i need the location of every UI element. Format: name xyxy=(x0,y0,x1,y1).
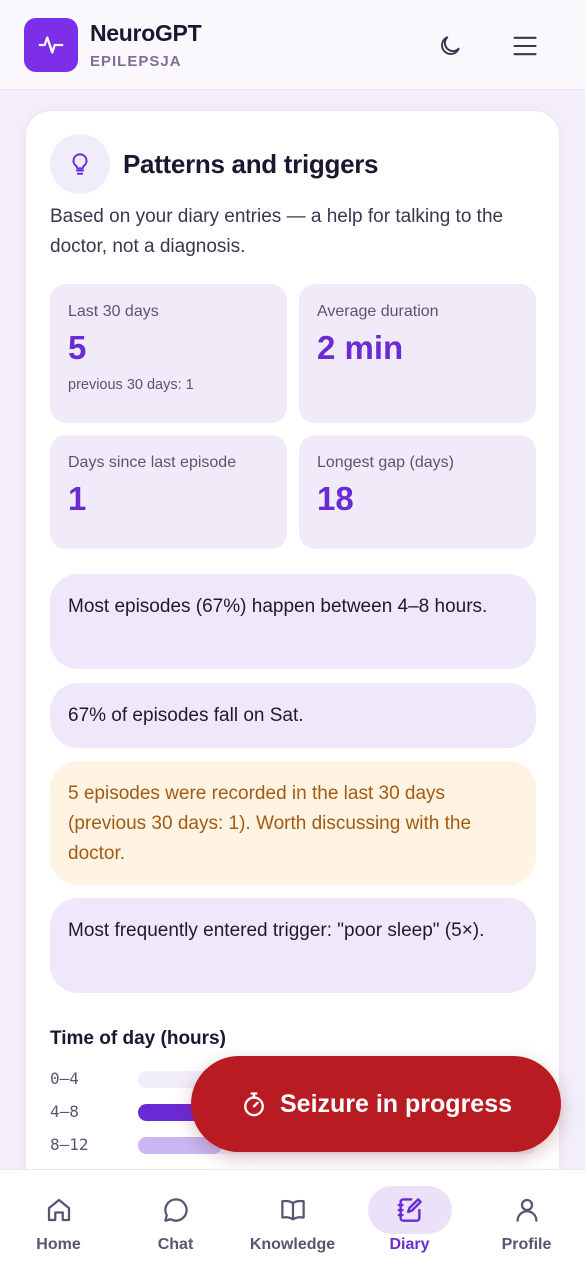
nav-label: Diary xyxy=(389,1236,430,1253)
stopwatch-icon xyxy=(244,1092,264,1117)
nav-label: Chat xyxy=(157,1236,194,1253)
nav-label: Knowledge xyxy=(249,1236,336,1253)
stat-last-30-days: Last 30 days 5 previous 30 days: 1 xyxy=(50,284,287,423)
insight-warning: 5 episodes were recorded in the last 30 … xyxy=(50,761,536,885)
stat-label: Last 30 days xyxy=(68,303,159,320)
theme-toggle-button[interactable] xyxy=(430,26,470,66)
time-bar-label: 4–8 xyxy=(50,1102,79,1121)
card-title: Patterns and triggers xyxy=(123,149,379,179)
app-header: NeuroGPT EPILEPSJA xyxy=(0,0,585,90)
app-subtitle: EPILEPSJA xyxy=(90,53,182,70)
stat-label: Days since last episode xyxy=(68,454,237,471)
seizure-button-label: Seizure in progress xyxy=(279,1089,513,1118)
nav-label: Profile xyxy=(501,1236,552,1253)
stat-longest-gap: Longest gap (days) 18 xyxy=(299,435,536,549)
stat-value: 5 xyxy=(68,329,87,366)
insight-weekday: 67% of episodes fall on Sat. xyxy=(50,683,536,748)
time-of-day-title: Time of day (hours) xyxy=(50,1028,226,1049)
time-bar-label: 0–4 xyxy=(50,1069,79,1088)
pulse-icon xyxy=(38,36,64,54)
nav-icon-wrap xyxy=(367,1186,452,1234)
hamburger-icon xyxy=(513,36,537,56)
home-icon xyxy=(47,1198,70,1222)
nav-knowledge[interactable]: Knowledge xyxy=(234,1170,351,1266)
stat-label: Average duration xyxy=(317,303,439,320)
nav-label: Home xyxy=(36,1236,81,1253)
nav-home[interactable]: Home xyxy=(0,1170,117,1266)
chat-bubble-icon xyxy=(163,1198,188,1222)
patterns-card: Patterns and triggers Based on your diar… xyxy=(25,110,560,1210)
moon-icon xyxy=(441,36,460,55)
notebook-pen-icon xyxy=(397,1198,422,1222)
stat-days-since-last: Days since last episode 1 xyxy=(50,435,287,549)
user-icon xyxy=(516,1198,537,1222)
stat-average-duration: Average duration 2 min xyxy=(299,284,536,423)
stat-value: 18 xyxy=(317,480,354,517)
lightbulb-badge xyxy=(50,134,110,194)
book-icon xyxy=(280,1199,305,1221)
time-bar-label: 8–12 xyxy=(50,1135,89,1154)
menu-button[interactable] xyxy=(505,26,545,66)
bottom-navigation: Home Chat Knowledge Diary Profile xyxy=(0,1169,585,1266)
app-logo[interactable] xyxy=(24,18,78,72)
seizure-in-progress-button[interactable]: Seizure in progress xyxy=(191,1056,561,1152)
nav-icon-wrap xyxy=(251,1186,335,1234)
stat-label: Longest gap (days) xyxy=(317,454,454,471)
stat-value: 2 min xyxy=(317,329,404,366)
nav-icon-wrap xyxy=(17,1186,101,1234)
nav-icon-wrap xyxy=(134,1186,218,1234)
nav-chat[interactable]: Chat xyxy=(117,1170,234,1266)
nav-icon-wrap xyxy=(485,1186,569,1234)
app-name: NeuroGPT xyxy=(90,20,202,46)
nav-profile[interactable]: Profile xyxy=(468,1170,585,1266)
stat-note: previous 30 days: 1 xyxy=(68,377,194,393)
insight-trigger: Most frequently entered trigger: "poor s… xyxy=(50,898,536,993)
stat-value: 1 xyxy=(68,480,87,517)
card-description: Based on your diary entries — a help for… xyxy=(50,206,504,257)
insight-time-window: Most episodes (67%) happen between 4–8 h… xyxy=(50,574,536,669)
nav-diary[interactable]: Diary xyxy=(351,1170,468,1266)
lightbulb-icon xyxy=(72,153,88,175)
